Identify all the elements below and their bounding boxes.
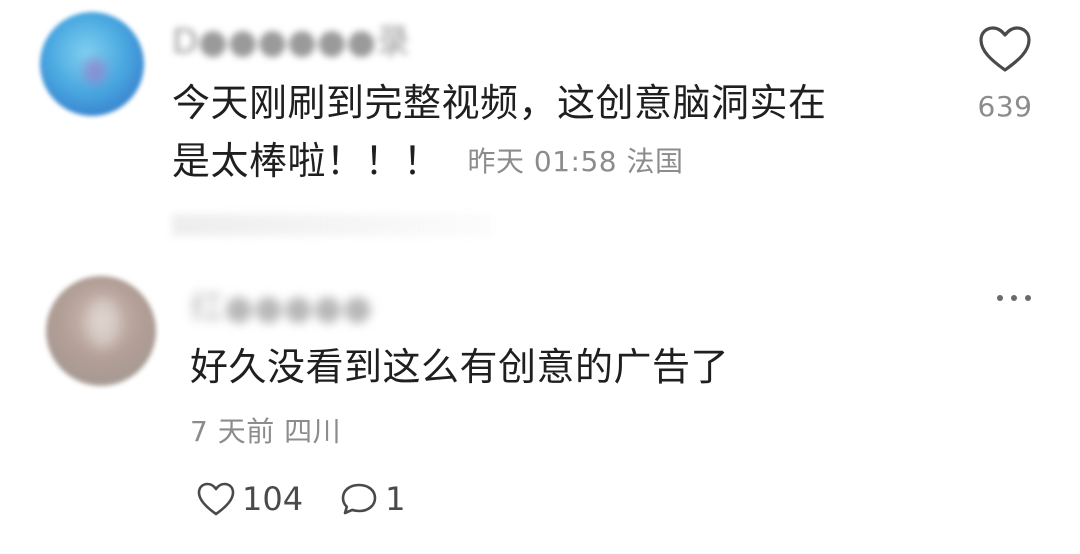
comment-meta: 昨天 01:58 法国	[468, 145, 684, 178]
comment-location: 四川	[284, 415, 342, 448]
comment-text: 好久没看到这么有创意的广告了	[190, 345, 730, 389]
like-button[interactable]: 639	[970, 24, 1040, 123]
username[interactable]: 红●●●●●	[190, 280, 372, 329]
heart-icon	[979, 26, 1031, 72]
comment-meta: 7 天前 四川	[190, 412, 341, 452]
reply-button[interactable]: 1	[339, 480, 405, 518]
avatar[interactable]	[46, 276, 156, 386]
username[interactable]: D●●●●●●录	[172, 14, 410, 63]
like-button[interactable]: 104	[196, 480, 303, 518]
like-count: 104	[242, 480, 304, 518]
comment-time: 7 天前	[190, 415, 275, 448]
avatar[interactable]	[40, 12, 144, 116]
comment-item: D●●●●●●录 今天刚刷到完整视频，这创意脑洞实在 是太棒啦！！！ 昨天 01:…	[0, 0, 1080, 240]
heart-icon	[197, 482, 235, 516]
comment-text: 今天刚刷到完整视频，这创意脑洞实在 是太棒啦！！！ 昨天 01:58 法国	[172, 74, 912, 191]
comment-text-line: 是太棒啦！！！	[172, 139, 442, 183]
more-dots-icon[interactable]	[992, 288, 1036, 308]
comment-time: 昨天 01:58	[467, 145, 618, 178]
comment-item: 红●●●●● 好久没看到这么有创意的广告了 7 天前 四川 104 1	[0, 240, 1080, 554]
faded-content	[172, 214, 492, 236]
reply-count: 1	[385, 480, 406, 518]
comment-actions: 104 1	[196, 476, 441, 522]
comment-text-line: 今天刚刷到完整视频，这创意脑洞实在	[172, 81, 827, 125]
comment-bubble-icon	[341, 483, 377, 515]
comment-location: 法国	[626, 145, 684, 178]
like-count: 639	[977, 90, 1033, 123]
